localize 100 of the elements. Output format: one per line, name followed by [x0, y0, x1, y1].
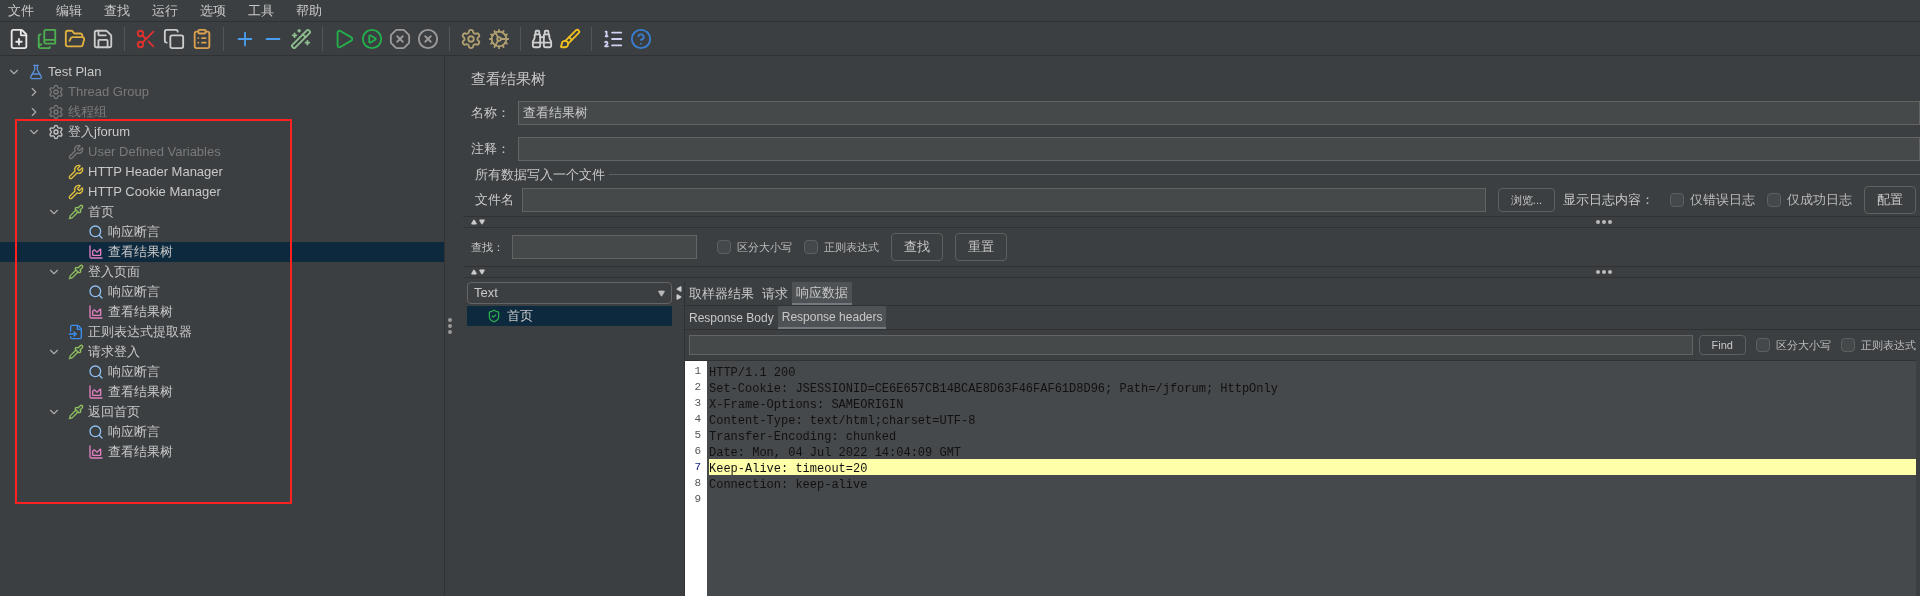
down-arrow-icon[interactable]	[479, 269, 485, 275]
tree-item[interactable]: 正则表达式提取器	[0, 322, 444, 342]
tree-item[interactable]: 请求登入	[0, 342, 444, 362]
log-label: 显示日志内容：	[1563, 191, 1654, 210]
checkbox-label: 正则表达式	[824, 239, 879, 255]
checkbox-label: 仅成功日志	[1787, 191, 1852, 210]
folder-icon[interactable]	[64, 27, 86, 50]
line-number: 5	[693, 428, 702, 443]
tree-item[interactable]: Test Plan	[0, 62, 444, 82]
tree-item[interactable]: HTTP Header Manager	[0, 162, 444, 182]
button[interactable]: 配置	[1864, 186, 1916, 214]
stop-icon[interactable]	[389, 27, 411, 50]
gear-icon	[48, 84, 64, 100]
checkbox[interactable]	[1841, 338, 1855, 352]
menu-item[interactable]: 运行	[152, 0, 178, 21]
tree-item[interactable]: 查看结果树	[0, 302, 444, 322]
find-field[interactable]	[689, 335, 1693, 355]
copy-icon[interactable]	[163, 27, 185, 50]
left-arrow-icon[interactable]	[676, 286, 682, 292]
save-icon[interactable]	[92, 27, 114, 50]
browse-button[interactable]: 浏览...	[1497, 188, 1555, 212]
filename-field[interactable]	[522, 188, 1486, 212]
tree-item[interactable]: 查看结果树	[0, 242, 444, 262]
checkbox[interactable]	[717, 240, 731, 254]
find-button[interactable]: Find	[1698, 335, 1746, 355]
tab[interactable]: 请求	[758, 282, 792, 305]
pipette-icon	[68, 204, 84, 220]
menu-item[interactable]: 查找	[104, 0, 130, 21]
field-label: 名称：	[471, 103, 510, 122]
tab[interactable]: 取样器结果	[685, 282, 758, 305]
tree-item[interactable]: 返回首页	[0, 402, 444, 422]
binoculars-icon[interactable]	[531, 27, 553, 50]
pipette-icon	[68, 404, 84, 420]
name-field[interactable]: 查看结果树	[518, 100, 1920, 125]
tree-item[interactable]: 响应断言	[0, 282, 444, 302]
magnifier-icon	[88, 364, 104, 380]
new-file-icon[interactable]	[8, 27, 30, 50]
menu-item[interactable]: 文件	[8, 0, 34, 21]
gear-icon	[48, 104, 64, 120]
code-line: HTTP/1.1 200	[709, 366, 796, 380]
document-arrow-icon	[68, 324, 84, 340]
tools-icon	[68, 184, 84, 200]
magnifier-icon	[88, 284, 104, 300]
checkbox-label: 区分大小写	[1776, 337, 1831, 353]
tree-item[interactable]: 首页	[0, 202, 444, 222]
line-number: 6	[693, 444, 702, 459]
tree-item[interactable]: 登入jforum	[0, 122, 444, 142]
sample-item[interactable]: 首页	[467, 306, 672, 326]
books-icon[interactable]	[36, 27, 58, 50]
line-number: 9	[693, 492, 702, 507]
code-line: X-Frame-Options: SAMEORIGIN	[709, 398, 904, 412]
help-icon[interactable]	[630, 27, 652, 50]
grip-icon[interactable]	[1596, 220, 1612, 224]
code-line: Date: Mon, 04 Jul 2022 14:04:09 GMT	[709, 446, 962, 460]
tab[interactable]: 响应数据	[792, 282, 852, 305]
graph-icon	[88, 304, 104, 320]
button[interactable]: 查找	[891, 233, 943, 261]
menu-item[interactable]: 工具	[248, 0, 274, 21]
wand-icon[interactable]	[290, 27, 312, 50]
menu-item[interactable]: 帮助	[296, 0, 322, 21]
button[interactable]: 重置	[955, 233, 1007, 261]
group-title: 所有数据写入一个文件	[475, 165, 605, 184]
checkbox-label: 仅错误日志	[1690, 191, 1755, 210]
tree-item[interactable]: 查看结果树	[0, 382, 444, 402]
down-arrow-icon[interactable]	[479, 219, 485, 225]
tree-item[interactable]: 查看结果树	[0, 442, 444, 462]
right-arrow-icon[interactable]	[676, 294, 682, 300]
tree-item[interactable]: 响应断言	[0, 422, 444, 442]
grip-icon[interactable]	[1596, 270, 1612, 274]
tree-item[interactable]: 登入页面	[0, 262, 444, 282]
comment-field[interactable]	[518, 136, 1920, 161]
renderer-dropdown[interactable]: Text	[467, 282, 672, 304]
line-number: 2	[693, 380, 702, 395]
line-number: 7	[693, 460, 702, 475]
tab[interactable]: Response headers	[777, 306, 887, 329]
checkbox[interactable]	[1670, 193, 1684, 207]
tree-item[interactable]: 响应断言	[0, 362, 444, 382]
clipboard-icon[interactable]	[191, 27, 213, 50]
line-number: 1	[693, 364, 702, 379]
tree-item[interactable]: HTTP Cookie Manager	[0, 182, 444, 202]
up-arrow-icon[interactable]	[471, 269, 477, 275]
checkbox-label: 区分大小写	[737, 239, 792, 255]
scissors-icon[interactable]	[135, 27, 157, 50]
menu-item[interactable]: 编辑	[56, 0, 82, 21]
tools-icon	[68, 144, 84, 160]
line-number: 3	[693, 396, 702, 411]
menu-item[interactable]: 选项	[200, 0, 226, 21]
tab[interactable]: Response Body	[685, 306, 778, 329]
search-field[interactable]	[512, 235, 697, 259]
checkbox[interactable]	[804, 240, 818, 254]
checkbox[interactable]	[1756, 338, 1770, 352]
flask-icon	[28, 64, 44, 80]
shield-check-icon	[487, 309, 501, 323]
graph-icon	[88, 384, 104, 400]
tree-item[interactable]: 响应断言	[0, 222, 444, 242]
line-number: 4	[693, 412, 702, 427]
grip-icon[interactable]	[448, 318, 452, 334]
checkbox[interactable]	[1767, 193, 1781, 207]
up-arrow-icon[interactable]	[471, 219, 477, 225]
close-circle-icon[interactable]	[417, 27, 439, 50]
